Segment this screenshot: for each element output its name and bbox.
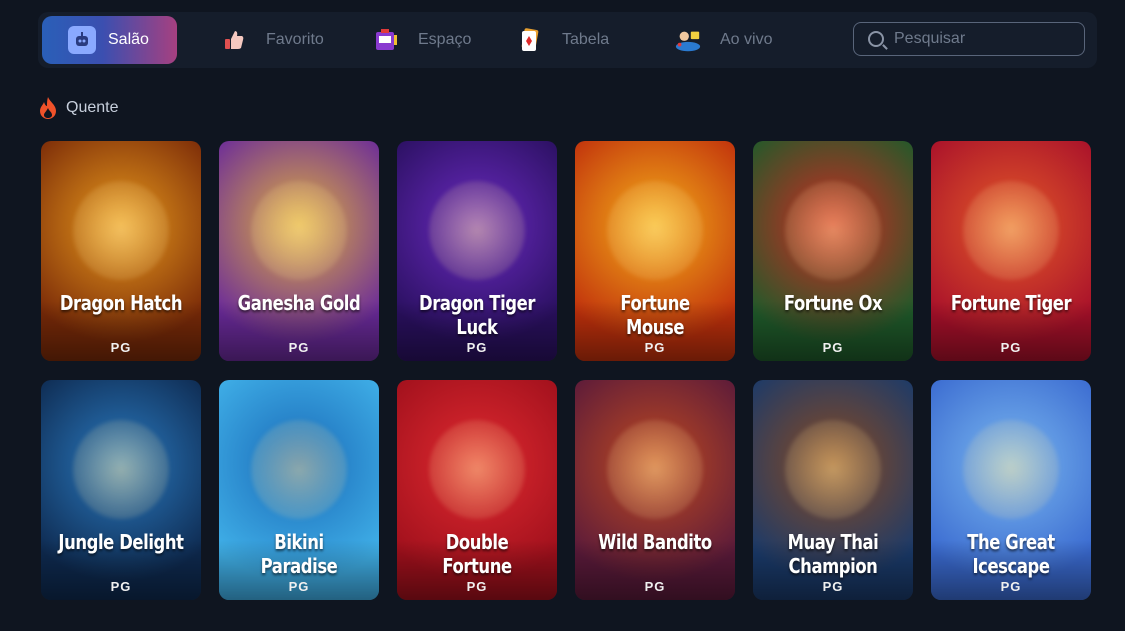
top-nav-bar: Salão Favorito Espaço Tabela Ao vivo xyxy=(38,12,1097,68)
game-title: Wild Bandito xyxy=(598,530,712,554)
game-provider: PG xyxy=(110,340,132,355)
robot-icon xyxy=(68,26,96,54)
game-artwork xyxy=(73,419,169,519)
game-card[interactable]: Muay Thai Champion PG xyxy=(753,380,913,600)
game-card[interactable]: Fortune Tiger PG xyxy=(931,141,1091,361)
game-artwork xyxy=(429,180,525,280)
game-provider: PG xyxy=(466,579,488,594)
tab-ao-vivo[interactable]: Ao vivo xyxy=(674,16,772,64)
game-title: Ganesha Gold xyxy=(237,291,361,315)
game-title: Bikini Paradise xyxy=(260,530,338,578)
search-input[interactable] xyxy=(892,29,1066,49)
game-title: Dragon Hatch xyxy=(59,291,183,315)
game-artwork xyxy=(251,180,347,280)
tab-espaco[interactable]: Espaço xyxy=(372,16,471,64)
game-provider: PG xyxy=(110,579,132,594)
tab-label: Salão xyxy=(108,31,149,48)
game-provider: PG xyxy=(644,340,666,355)
game-artwork xyxy=(607,419,703,519)
game-card[interactable]: Fortune Mouse PG xyxy=(575,141,735,361)
game-artwork xyxy=(785,419,881,519)
tab-label: Tabela xyxy=(562,31,610,48)
game-provider: PG xyxy=(822,340,844,355)
game-title: Dragon Tiger Luck xyxy=(418,291,536,339)
game-provider: PG xyxy=(1000,579,1022,594)
game-title: The Great Icescape xyxy=(967,530,1055,578)
tab-tabela[interactable]: Tabela xyxy=(516,16,609,64)
game-provider: PG xyxy=(644,579,666,594)
game-title: Jungle Delight xyxy=(58,530,184,554)
game-title: Fortune Mouse xyxy=(620,291,690,339)
game-artwork xyxy=(785,180,881,280)
tab-label: Favorito xyxy=(266,31,324,48)
game-card[interactable]: Ganesha Gold PG xyxy=(219,141,379,361)
thumbs-up-icon xyxy=(220,26,248,54)
game-artwork xyxy=(429,419,525,519)
section-title: Quente xyxy=(66,99,119,116)
game-card[interactable]: Jungle Delight PG xyxy=(41,380,201,600)
game-title: Fortune Tiger xyxy=(950,291,1072,315)
game-provider: PG xyxy=(288,579,310,594)
game-artwork xyxy=(963,180,1059,280)
game-card[interactable]: Fortune Ox PG xyxy=(753,141,913,361)
game-card[interactable]: The Great Icescape PG xyxy=(931,380,1091,600)
game-card[interactable]: Double Fortune PG xyxy=(397,380,557,600)
game-card[interactable]: Bikini Paradise PG xyxy=(219,380,379,600)
game-artwork xyxy=(73,180,169,280)
game-card[interactable]: Wild Bandito PG xyxy=(575,380,735,600)
game-provider: PG xyxy=(1000,340,1022,355)
game-card[interactable]: Dragon Hatch PG xyxy=(41,141,201,361)
game-title: Fortune Ox xyxy=(783,291,883,315)
game-provider: PG xyxy=(288,340,310,355)
game-provider: PG xyxy=(466,340,488,355)
game-artwork xyxy=(251,419,347,519)
game-artwork xyxy=(607,180,703,280)
search-box[interactable] xyxy=(853,22,1085,56)
slot-machine-icon xyxy=(372,26,400,54)
tab-label: Ao vivo xyxy=(720,31,773,48)
game-title: Double Fortune xyxy=(442,530,512,578)
tab-label: Espaço xyxy=(418,31,472,48)
game-title: Muay Thai Champion xyxy=(787,530,879,578)
tab-salao[interactable]: Salão xyxy=(42,16,177,64)
search-icon xyxy=(868,31,884,47)
game-card[interactable]: Dragon Tiger Luck PG xyxy=(397,141,557,361)
cards-icon xyxy=(516,26,544,54)
section-header: Quente xyxy=(38,96,118,120)
game-artwork xyxy=(963,419,1059,519)
game-provider: PG xyxy=(822,579,844,594)
live-dealer-icon xyxy=(674,26,702,54)
flame-icon xyxy=(40,97,56,119)
tab-favorito[interactable]: Favorito xyxy=(220,16,324,64)
